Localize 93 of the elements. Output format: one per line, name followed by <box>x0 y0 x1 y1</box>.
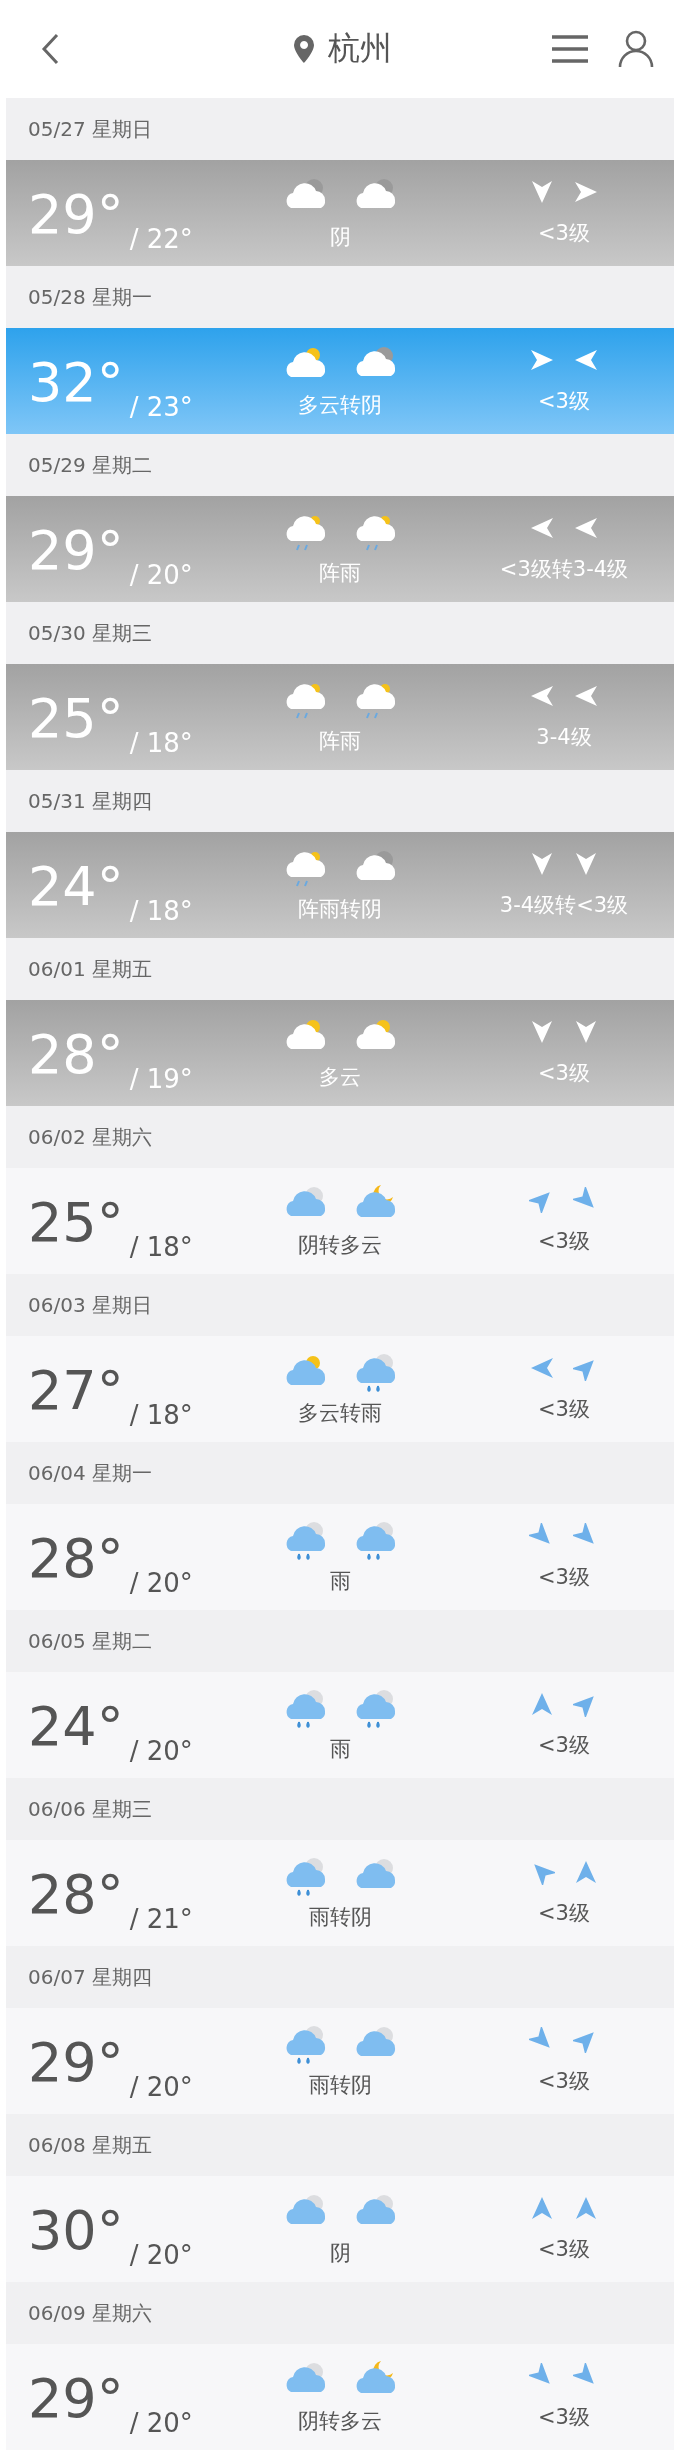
wind-level: <3级 <box>538 1564 590 1591</box>
condition-label: 阵雨转阴 <box>298 896 382 923</box>
wind-arrow-icon <box>573 1859 599 1885</box>
wind-arrow-icon <box>529 1355 555 1381</box>
wind-level: <3级 <box>538 1900 590 1927</box>
condition-label: 雨 <box>329 1736 351 1763</box>
high-temperature: 30° <box>28 2204 124 2258</box>
condition-label: 雨转阴 <box>308 1904 372 1931</box>
high-temperature: 29° <box>28 524 124 578</box>
back-chevron-icon <box>40 32 60 66</box>
high-temperature: 25° <box>28 1196 124 1250</box>
wind-level: <3级 <box>538 1732 590 1759</box>
high-temperature: 25° <box>28 692 124 746</box>
date-label: 06/05 星期二 <box>28 1627 152 1655</box>
condition-label: 多云转阴 <box>298 392 382 419</box>
low-temperature: / 21° <box>129 1904 193 1934</box>
user-button[interactable] <box>616 29 656 69</box>
condition-label: 阴 <box>329 2240 351 2267</box>
date-label: 05/27 星期日 <box>28 115 152 143</box>
wind-arrow-icon <box>529 347 555 373</box>
wind-arrow-icon <box>573 851 599 877</box>
menu-icon <box>550 33 590 65</box>
date-label: 06/01 星期五 <box>28 955 152 983</box>
high-temperature: 29° <box>28 188 124 242</box>
wind-level: <3级 <box>538 1060 590 1087</box>
wind-arrow-icon <box>529 683 555 709</box>
wind-arrow-icon <box>529 179 555 205</box>
location-pin-icon <box>294 35 314 63</box>
wind-level: <3级 <box>538 2068 590 2095</box>
condition-label: 阵雨 <box>319 728 361 755</box>
wind-arrow-icon <box>529 1019 555 1045</box>
low-temperature: / 18° <box>129 896 193 926</box>
date-label: 06/07 星期四 <box>28 1963 152 1991</box>
high-temperature: 28° <box>28 1532 124 1586</box>
wind-arrow-icon <box>573 179 599 205</box>
low-temperature: / 20° <box>129 2072 193 2102</box>
condition-label: 多云 <box>319 1064 361 1091</box>
high-temperature: 24° <box>28 860 124 914</box>
date-label: 06/09 星期六 <box>28 2299 152 2327</box>
date-label: 06/06 星期三 <box>28 1795 152 1823</box>
high-temperature: 32° <box>28 356 124 410</box>
wind-level: <3级 <box>538 2236 590 2263</box>
high-temperature: 27° <box>28 1364 124 1418</box>
wind-arrow-icon <box>573 683 599 709</box>
date-label: 06/04 星期一 <box>28 1459 152 1487</box>
wind-level: <3级 <box>538 2404 590 2431</box>
high-temperature: 28° <box>28 1868 124 1922</box>
wind-level: 3-4级转<3级 <box>499 892 629 919</box>
condition-label: 雨 <box>329 1568 351 1595</box>
wind-arrow-icon <box>529 2195 555 2221</box>
low-temperature: / 20° <box>129 2408 193 2438</box>
date-label: 05/29 星期二 <box>28 451 152 479</box>
wind-arrow-icon <box>573 347 599 373</box>
low-temperature: / 20° <box>129 2240 193 2270</box>
wind-arrow-icon <box>529 1691 555 1717</box>
wind-level: <3级转3-4级 <box>499 556 629 583</box>
wind-level: <3级 <box>538 1228 590 1255</box>
high-temperature: 24° <box>28 1700 124 1754</box>
low-temperature: / 18° <box>129 728 193 758</box>
wind-level: <3级 <box>538 220 590 247</box>
wind-arrow-icon <box>573 2195 599 2221</box>
date-label: 06/03 星期日 <box>28 1291 152 1319</box>
high-temperature: 29° <box>28 2372 124 2426</box>
condition-label: 雨转阴 <box>308 2072 372 2099</box>
user-icon <box>618 30 654 68</box>
date-label: 05/31 星期四 <box>28 787 152 815</box>
low-temperature: / 18° <box>129 1232 193 1262</box>
low-temperature: / 19° <box>129 1064 193 1094</box>
wind-level: 3-4级 <box>536 724 592 751</box>
low-temperature: / 18° <box>129 1400 193 1430</box>
low-temperature: / 22° <box>129 224 193 254</box>
date-label: 05/30 星期三 <box>28 619 152 647</box>
condition-label: 多云转雨 <box>298 1400 382 1427</box>
date-label: 06/08 星期五 <box>28 2131 152 2159</box>
low-temperature: / 20° <box>129 1568 193 1598</box>
low-temperature: / 20° <box>129 1736 193 1766</box>
high-temperature: 28° <box>28 1028 124 1082</box>
wind-arrow-icon <box>529 851 555 877</box>
date-label: 06/02 星期六 <box>28 1123 152 1151</box>
low-temperature: / 20° <box>129 560 193 590</box>
city-name: 杭州 <box>328 28 392 69</box>
condition-label: 阴转多云 <box>298 2408 382 2435</box>
wind-arrow-icon <box>529 515 555 541</box>
condition-label: 阵雨 <box>319 560 361 587</box>
high-temperature: 29° <box>28 2036 124 2090</box>
condition-label: 阴转多云 <box>298 1232 382 1259</box>
wind-arrow-icon <box>573 1019 599 1045</box>
wind-arrow-icon <box>573 515 599 541</box>
wind-level: <3级 <box>538 1396 590 1423</box>
condition-label: 阴 <box>329 224 351 251</box>
low-temperature: / 23° <box>129 392 193 422</box>
wind-level: <3级 <box>538 388 590 415</box>
date-label: 05/28 星期一 <box>28 283 152 311</box>
